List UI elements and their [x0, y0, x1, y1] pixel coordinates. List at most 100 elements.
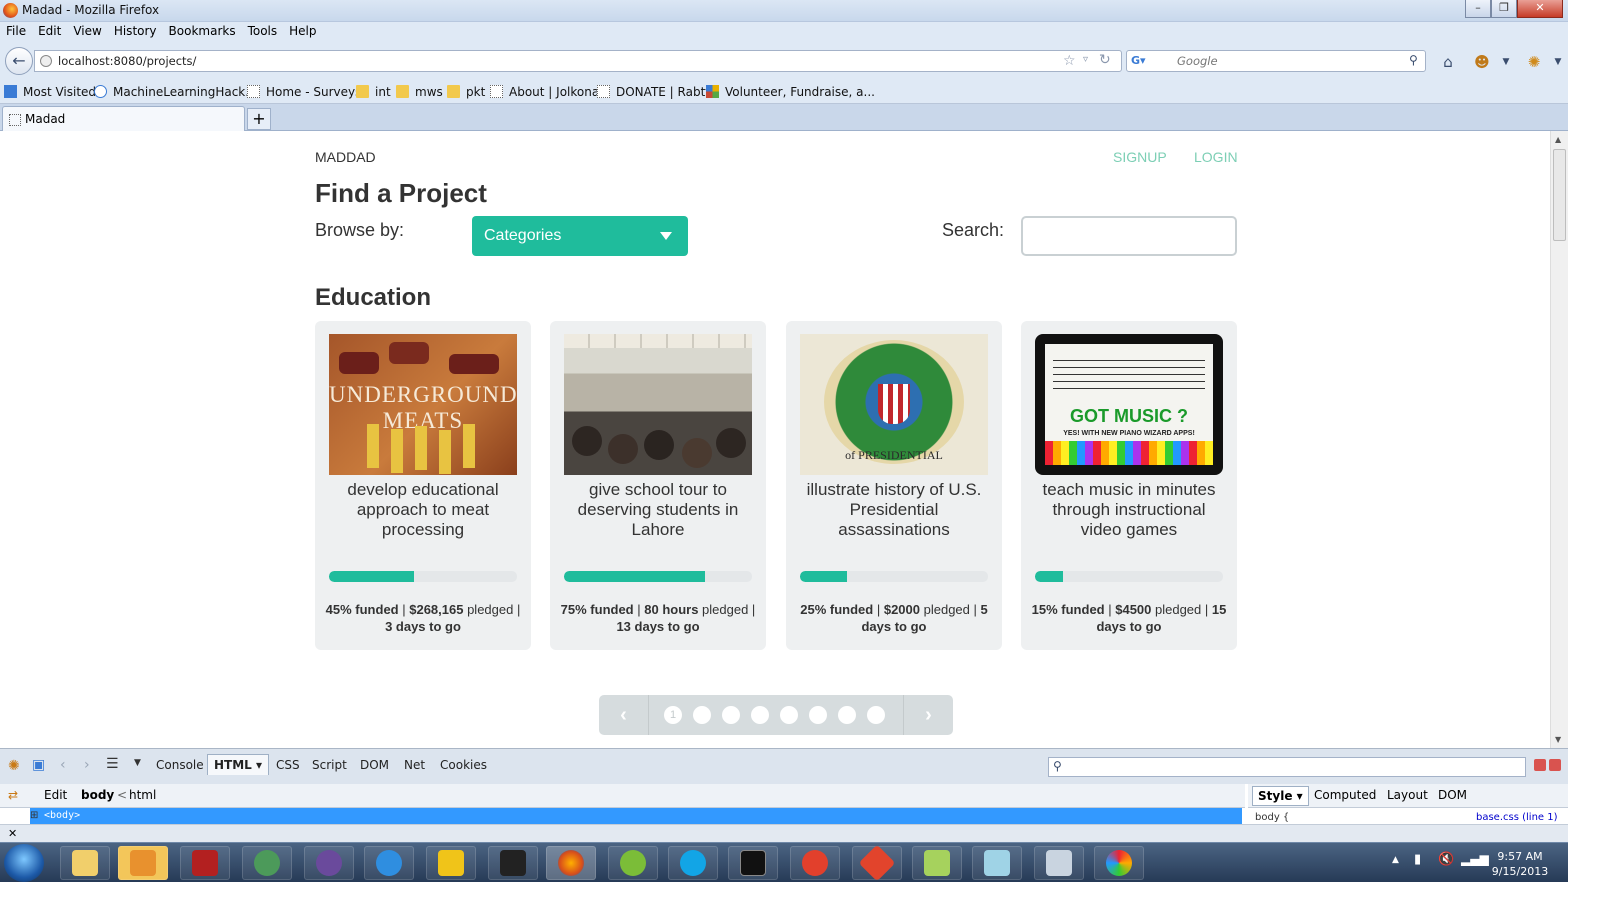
start-button[interactable]	[4, 844, 44, 882]
expand-icon[interactable]: ⇄	[8, 788, 18, 802]
firebug-icon[interactable]: ✺	[1524, 52, 1544, 72]
firebug-tab-cookies[interactable]: Cookies	[440, 758, 487, 772]
search-bar[interactable]: G▾ Google ⚲	[1126, 50, 1426, 72]
menu-bookmarks[interactable]: Bookmarks	[169, 22, 236, 41]
taskbar-filezilla[interactable]	[180, 846, 230, 880]
url-text[interactable]: localhost:8080/projects/	[58, 54, 196, 68]
category-dropdown[interactable]: Categories	[472, 216, 688, 256]
expand-node-icon[interactable]: ⊞	[30, 810, 38, 821]
search-input[interactable]	[1021, 216, 1237, 256]
taskbar-calculator[interactable]	[1034, 846, 1084, 880]
panel-dropdown-icon[interactable]: ▼	[134, 758, 141, 768]
side-tab-style[interactable]: Style ▾	[1252, 786, 1309, 806]
school-band-image[interactable]	[564, 334, 752, 475]
pager-dot[interactable]	[838, 706, 856, 724]
signup-link[interactable]: SIGNUP	[1113, 149, 1167, 165]
login-link[interactable]: LOGIN	[1194, 149, 1238, 165]
taskbar-spotify[interactable]	[608, 846, 658, 880]
scroll-up-icon[interactable]: ▲	[1555, 135, 1561, 144]
close-button[interactable]: ✕	[1517, 0, 1563, 18]
taskbar-firefox[interactable]	[546, 846, 596, 880]
bookmark-volunteer[interactable]: Volunteer, Fundraise, a...	[706, 85, 875, 99]
bookmark-most-visited[interactable]: Most Visited	[4, 85, 96, 99]
project-title[interactable]: give school tour to deserving students i…	[560, 480, 756, 540]
search-icon[interactable]: ⚲	[1409, 53, 1418, 67]
back-button[interactable]: ←	[5, 47, 33, 75]
bookmark-folder-mws[interactable]: mws	[396, 85, 443, 99]
google-engine-icon[interactable]: G▾	[1131, 54, 1147, 68]
taskbar-dice-app[interactable]	[488, 846, 538, 880]
side-tab-layout[interactable]: Layout	[1387, 788, 1428, 802]
bookmark-folder-int[interactable]: int	[356, 85, 391, 99]
firebug-tab-dom[interactable]: DOM	[360, 758, 389, 772]
addon-face-icon[interactable]: ☻	[1472, 52, 1492, 72]
project-card[interactable]: GOT MUSIC ? YES! WITH NEW PIANO WIZARD A…	[1021, 321, 1237, 650]
tray-overflow-icon[interactable]: ▲	[1392, 855, 1399, 865]
panel-list-icon[interactable]: ☰	[106, 756, 119, 772]
pager-dot[interactable]	[809, 706, 827, 724]
pager-dot[interactable]	[722, 706, 740, 724]
taskbar-skype[interactable]	[668, 846, 718, 880]
taskbar-ie[interactable]	[364, 846, 414, 880]
project-card[interactable]: give school tour to deserving students i…	[550, 321, 766, 650]
taskbar-explorer[interactable]	[60, 846, 110, 880]
firebug-tab-script[interactable]: Script	[312, 758, 347, 772]
style-source-link[interactable]: base.css (line 1)	[1476, 812, 1558, 824]
project-card[interactable]: of PRESIDENTIAL illustrate history of U.…	[786, 321, 1002, 650]
taskbar-paint[interactable]	[1094, 846, 1144, 880]
pager-dot[interactable]	[693, 706, 711, 724]
pager-next-button[interactable]: ›	[903, 695, 953, 735]
firebug-edit-button[interactable]: Edit	[44, 788, 67, 802]
menu-tools[interactable]: Tools	[248, 22, 278, 41]
new-tab-button[interactable]: +	[247, 108, 271, 130]
history-dropdown-icon[interactable]: ▿	[1083, 54, 1088, 65]
taskbar-git[interactable]	[852, 844, 902, 882]
taskbar-notepad[interactable]	[912, 846, 962, 880]
firebug-tab-css[interactable]: CSS	[276, 758, 300, 772]
taskbar-eclipse[interactable]	[304, 846, 354, 880]
pager-dot[interactable]	[867, 706, 885, 724]
project-title[interactable]: teach music in minutes through instructi…	[1031, 480, 1227, 540]
pager-dot-active[interactable]: 1	[664, 706, 682, 724]
maximize-button[interactable]: ❐	[1491, 0, 1517, 18]
taskbar-network[interactable]	[242, 846, 292, 880]
taskbar-window-switch[interactable]	[972, 846, 1022, 880]
page-scrollbar[interactable]: ▲ ▼	[1550, 131, 1568, 748]
site-brand[interactable]: MADDAD	[315, 149, 376, 165]
firebug-tab-console[interactable]: Console	[156, 758, 204, 772]
tray-device-icon[interactable]: ▮	[1414, 852, 1421, 867]
bookmark-machinelearninghack[interactable]: MachineLearningHack...	[94, 85, 257, 99]
project-title[interactable]: develop educational approach to meat pro…	[325, 480, 521, 540]
history-back-icon[interactable]: ‹	[60, 757, 66, 773]
bookmark-star-icon[interactable]: ☆	[1063, 53, 1076, 69]
taskbar-cmd[interactable]	[728, 846, 778, 880]
firebug-tab-net[interactable]: Net	[404, 758, 425, 772]
minimize-button[interactable]: –	[1465, 0, 1491, 18]
site-identity-icon[interactable]	[40, 55, 52, 67]
menu-file[interactable]: File	[6, 22, 26, 41]
firebug-minimize-icon[interactable]	[1534, 759, 1546, 771]
menu-history[interactable]: History	[114, 22, 157, 41]
home-icon[interactable]: ⌂	[1438, 52, 1458, 72]
project-card[interactable]: UNDERGROUND MEATS develop educational ap…	[315, 321, 531, 650]
side-tab-dom[interactable]: DOM	[1438, 788, 1467, 802]
bookmark-about-jolkona[interactable]: About | Jolkona	[490, 85, 599, 99]
taskbar-outlook[interactable]	[118, 846, 168, 880]
history-forward-icon[interactable]: ›	[84, 757, 90, 773]
scroll-down-icon[interactable]: ▼	[1555, 735, 1561, 744]
toolbar-overflow-icon[interactable]: ▼	[1548, 52, 1568, 72]
scroll-thumb[interactable]	[1553, 149, 1566, 241]
bookmark-donate-rabtt[interactable]: DONATE | Rabtt	[597, 85, 710, 99]
firebug-menu-icon[interactable]: ✺	[8, 758, 20, 774]
selected-html-node[interactable]: <body>	[30, 808, 1242, 824]
firebug-tab-html[interactable]: HTML ▾	[207, 754, 270, 775]
bookmark-folder-pkt[interactable]: pkt	[447, 85, 485, 99]
taskbar-plex[interactable]	[426, 846, 476, 880]
bookmark-home-surveys[interactable]: Home - Surveys	[247, 85, 361, 99]
project-title[interactable]: illustrate history of U.S. Presidential …	[796, 480, 992, 540]
taskbar-beats[interactable]	[790, 846, 840, 880]
tab-madad[interactable]: Madad	[2, 106, 245, 131]
tray-volume-muted-icon[interactable]: 🔇	[1438, 852, 1454, 867]
pager-prev-button[interactable]: ‹	[599, 695, 649, 735]
addon-dropdown-icon[interactable]: ▼	[1496, 52, 1516, 72]
